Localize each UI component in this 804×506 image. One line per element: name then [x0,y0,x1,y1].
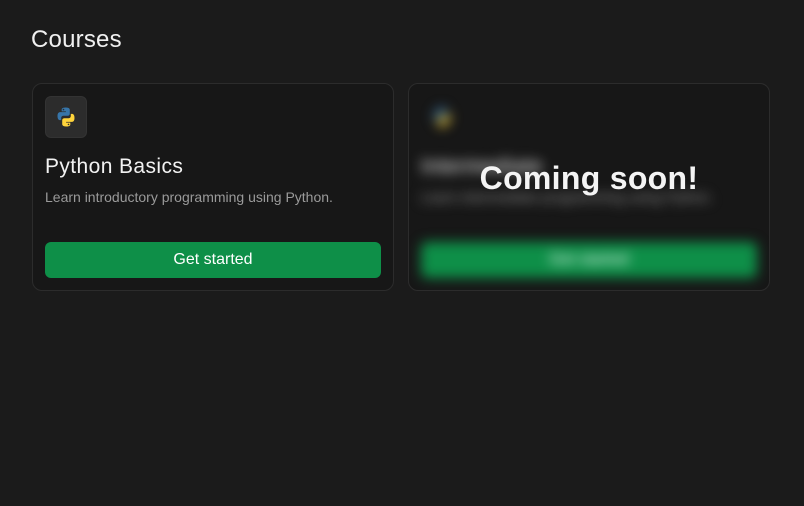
course-card-locked: Intermediate Learn intermediate programm… [408,83,770,291]
python-logo-icon [45,96,87,138]
course-description: Learn introductory programming using Pyt… [45,189,333,205]
course-card-python-basics: Python Basics Learn introductory program… [32,83,394,291]
course-title: Python Basics [45,155,184,178]
page-title: Courses [31,26,122,53]
get-started-button-disabled: Get started [421,242,757,278]
coming-soon-overlay: Coming soon! [479,160,699,196]
get-started-button[interactable]: Get started [45,242,381,278]
python-logo-icon [421,96,463,138]
courses-page: Courses Python Basics Learn introductory… [0,0,804,506]
